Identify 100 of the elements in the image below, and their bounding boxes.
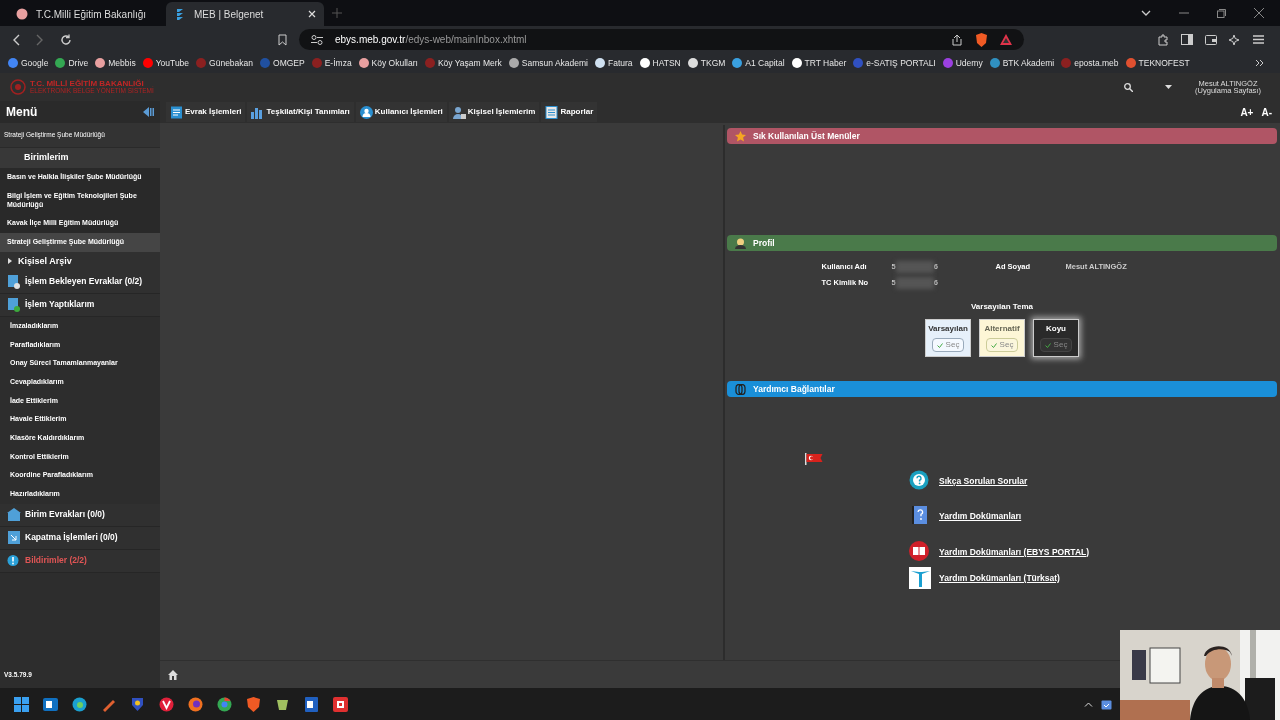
circle-icon bbox=[217, 696, 232, 712]
menu-button[interactable]: Kullanıcı İşlemleri bbox=[355, 102, 447, 122]
bookmark[interactable]: HATSN bbox=[639, 56, 681, 70]
chevron-up-icon bbox=[1084, 701, 1093, 707]
address-bar[interactable]: ebys.meb.gov.tr/edys-web/mainInbox.xhtml bbox=[299, 29, 1024, 50]
person-icon bbox=[452, 105, 466, 119]
exclamation-icon bbox=[7, 553, 21, 568]
menu-button[interactable]: Kişisel İşlemlerim bbox=[448, 102, 540, 122]
v-icon bbox=[159, 696, 174, 712]
shield-icon bbox=[130, 696, 145, 712]
caret-icon bbox=[8, 258, 12, 265]
close-icon bbox=[1254, 8, 1264, 18]
help-link[interactable]: Sıkça Sorulan Sorular bbox=[939, 474, 1028, 488]
taskbar-button[interactable] bbox=[14, 696, 29, 712]
forward-icon bbox=[36, 33, 44, 46]
document-icon bbox=[170, 105, 183, 119]
taskbar-button[interactable] bbox=[130, 696, 145, 712]
site-icon bbox=[142, 58, 153, 68]
triangle-icon bbox=[1000, 34, 1012, 45]
bookmark[interactable]: e-SATIŞ PORTALI bbox=[853, 56, 936, 70]
bookmark[interactable]: YouTube bbox=[142, 56, 190, 70]
bookmark[interactable]: Mebbis bbox=[95, 56, 136, 70]
link-icon bbox=[735, 383, 746, 395]
caret-icon bbox=[1165, 85, 1172, 89]
menu-button[interactable]: Teşkilat/Kişi Tanımları bbox=[247, 102, 354, 122]
panel-title: Profil bbox=[753, 236, 775, 250]
menu-button[interactable]: Raporlar bbox=[541, 102, 598, 122]
menu-button[interactable]: Evrak İşlemleri bbox=[166, 102, 246, 122]
site-icon bbox=[196, 58, 207, 68]
bookmark[interactable]: Udemy bbox=[942, 56, 983, 70]
windows-icon bbox=[14, 696, 29, 712]
site-icon bbox=[732, 58, 743, 68]
help-link[interactable]: Yardım Dokümanları (EBYS PORTAL) bbox=[939, 545, 1090, 559]
taskbar-button[interactable] bbox=[333, 696, 348, 712]
site-icon bbox=[942, 58, 953, 68]
calendar-check-icon bbox=[1101, 698, 1112, 710]
bookmark[interactable]: E-İmza bbox=[311, 56, 352, 70]
home-icon bbox=[168, 669, 178, 680]
building-icon bbox=[7, 507, 21, 522]
bookmark[interactable]: BTK Akademi bbox=[989, 56, 1055, 70]
bookmark[interactable]: OMGEP bbox=[260, 56, 305, 70]
restore-icon bbox=[1217, 8, 1226, 18]
more-icon bbox=[1255, 59, 1264, 67]
browser-tab[interactable]: T.C.Milli Eğitim Bakanlığı bbox=[8, 2, 166, 26]
taskbar-button[interactable] bbox=[159, 696, 174, 712]
blurred-area bbox=[895, 261, 934, 273]
site-icon bbox=[311, 58, 322, 68]
sidebar-icon bbox=[1181, 34, 1193, 45]
blurred-area bbox=[895, 277, 934, 289]
bookmark[interactable]: Günebakan bbox=[196, 56, 254, 70]
bookmark[interactable]: Google bbox=[8, 56, 49, 70]
help-link[interactable]: Yardım Dokümanları bbox=[939, 509, 1022, 523]
site-icon bbox=[639, 58, 650, 68]
font-size-button[interactable]: A+ bbox=[1240, 104, 1254, 120]
theme-card[interactable]: Alternatif Seç bbox=[979, 319, 1025, 357]
back-icon bbox=[12, 33, 20, 46]
theme-card[interactable]: Varsayılan Seç bbox=[925, 319, 971, 357]
check-icon bbox=[990, 342, 997, 348]
theme-label: Koyu bbox=[1046, 323, 1066, 335]
menu-icon bbox=[1253, 35, 1264, 44]
puzzle-icon bbox=[1157, 33, 1169, 46]
select-button[interactable]: Seç bbox=[985, 338, 1019, 352]
menu-title: Menü bbox=[6, 104, 38, 121]
share-icon bbox=[951, 33, 963, 46]
font-size-button[interactable]: A- bbox=[1261, 104, 1272, 120]
site-icon bbox=[989, 58, 1000, 68]
select-button[interactable]: Seç bbox=[1039, 338, 1073, 352]
site-icon bbox=[853, 58, 864, 68]
theme-label: Varsayılan bbox=[928, 323, 968, 335]
bookmark[interactable]: Köy Yaşam Merk bbox=[424, 56, 502, 70]
bookmark[interactable]: Drive bbox=[55, 56, 89, 70]
browser-tab[interactable]: MEB | Belgenet bbox=[166, 2, 324, 26]
help-link[interactable]: Yardım Dokümanları (Türksat) bbox=[939, 571, 1060, 585]
site-icon bbox=[595, 58, 605, 68]
taskbar-button[interactable] bbox=[72, 696, 87, 712]
check-icon bbox=[1044, 342, 1051, 348]
bookmark[interactable]: eposta.meb bbox=[1061, 56, 1119, 70]
bookmark[interactable]: TRT Haber bbox=[791, 56, 847, 70]
site-icon bbox=[791, 58, 802, 68]
bookmark[interactable]: TKGM bbox=[687, 56, 726, 70]
select-button[interactable]: Seç bbox=[931, 338, 965, 352]
bookmark[interactable]: Köy Okulları bbox=[358, 56, 418, 70]
site-icon bbox=[1125, 58, 1136, 68]
panel-title: Sık Kullanılan Üst Menüler bbox=[753, 129, 860, 143]
site-icon bbox=[358, 58, 369, 68]
theme-title: Varsayılan Tema bbox=[970, 301, 1034, 313]
close-icon bbox=[308, 10, 316, 18]
site-icon bbox=[95, 58, 106, 68]
bookmark[interactable]: TEKNOFEST bbox=[1125, 56, 1190, 70]
reload-icon bbox=[60, 33, 72, 46]
taskbar-button[interactable] bbox=[217, 696, 232, 712]
bookmark[interactable]: Samsun Akademi bbox=[508, 56, 588, 70]
sparkle-icon bbox=[1229, 33, 1241, 46]
panel-title: Yardımcı Bağlantılar bbox=[753, 382, 835, 396]
theme-card[interactable]: Koyu Seç bbox=[1033, 319, 1079, 357]
bookmark[interactable]: Fatura bbox=[595, 56, 633, 70]
plus-icon bbox=[332, 8, 342, 18]
site-icon bbox=[260, 58, 271, 68]
recorder-icon bbox=[333, 696, 348, 712]
bookmark[interactable]: A1 Capital bbox=[732, 56, 785, 70]
